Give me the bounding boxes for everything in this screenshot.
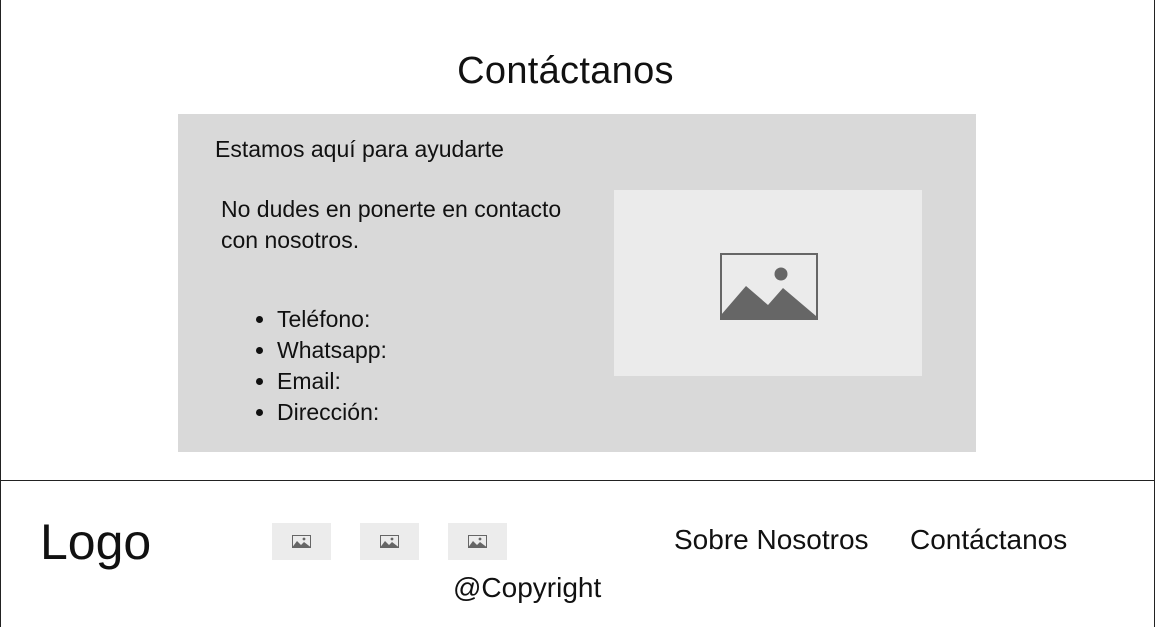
social-icon-1[interactable] — [272, 523, 331, 560]
image-placeholder-icon — [468, 535, 487, 548]
contact-item-whatsapp: Whatsapp: — [277, 335, 387, 366]
social-icon-2[interactable] — [360, 523, 419, 560]
image-placeholder-icon — [292, 535, 311, 548]
copyright: @Copyright — [453, 572, 602, 603]
page-title: Contáctanos — [457, 50, 674, 92]
contact-image — [614, 190, 922, 376]
social-icon-3[interactable] — [448, 523, 507, 560]
contact-item-email: Email: — [277, 366, 387, 397]
contact-item-address: Dirección: — [277, 397, 387, 428]
footer-logo[interactable]: Logo — [40, 512, 151, 572]
footer-link-contact[interactable]: Contáctanos — [910, 524, 1067, 556]
footer-link-about[interactable]: Sobre Nosotros — [674, 524, 869, 556]
image-placeholder-icon — [380, 535, 399, 548]
contact-intro: No dudes en ponerte en contacto con noso… — [221, 196, 562, 253]
image-placeholder-icon — [720, 253, 818, 320]
footer-divider — [0, 480, 1155, 481]
contact-heading: Estamos aquí para ayudarte — [215, 136, 504, 162]
contact-item-phone: Teléfono: — [277, 304, 387, 335]
contact-list: Teléfono: Whatsapp: Email: Dirección: — [254, 304, 387, 428]
contact-card: Estamos aquí para ayudarte No dudes en p… — [178, 114, 976, 452]
